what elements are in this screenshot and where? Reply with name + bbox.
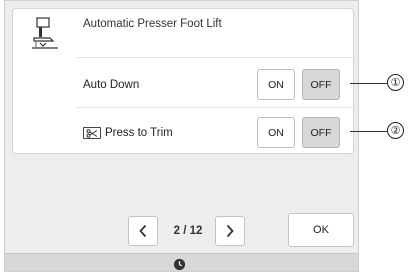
auto-down-label-text: Auto Down (83, 79, 140, 91)
ok-button[interactable]: OK (288, 213, 354, 247)
chevron-right-icon (226, 224, 234, 238)
callout-marker-1: ① (387, 74, 404, 91)
press-to-trim-on-button[interactable]: ON (257, 117, 295, 148)
status-bar (5, 253, 358, 271)
callout-line-2 (350, 131, 387, 132)
panel-title: Automatic Presser Foot Lift (83, 18, 222, 30)
next-page-button[interactable] (215, 216, 245, 246)
settings-panel: Automatic Presser Foot Lift Auto Down ON… (12, 8, 355, 154)
divider (77, 107, 355, 108)
auto-down-label: Auto Down (83, 77, 139, 93)
previous-page-button[interactable] (128, 216, 158, 246)
callout-line-1 (350, 83, 387, 84)
page-indicator: 2 / 12 (173, 225, 203, 237)
settings-screen: Automatic Presser Foot Lift Auto Down ON… (4, 0, 359, 272)
press-to-trim-label: Press to Trim (83, 125, 173, 141)
press-to-trim-off-button[interactable]: OFF (302, 117, 340, 148)
trim-icon (83, 127, 101, 139)
auto-down-on-button[interactable]: ON (257, 69, 295, 100)
divider (77, 57, 355, 58)
press-to-trim-label-text: Press to Trim (105, 127, 173, 139)
presser-foot-icon (32, 17, 58, 49)
chevron-left-icon (139, 224, 147, 238)
callout-marker-2: ② (387, 122, 404, 139)
auto-down-off-button[interactable]: OFF (302, 69, 340, 100)
clock-icon[interactable] (173, 258, 186, 271)
